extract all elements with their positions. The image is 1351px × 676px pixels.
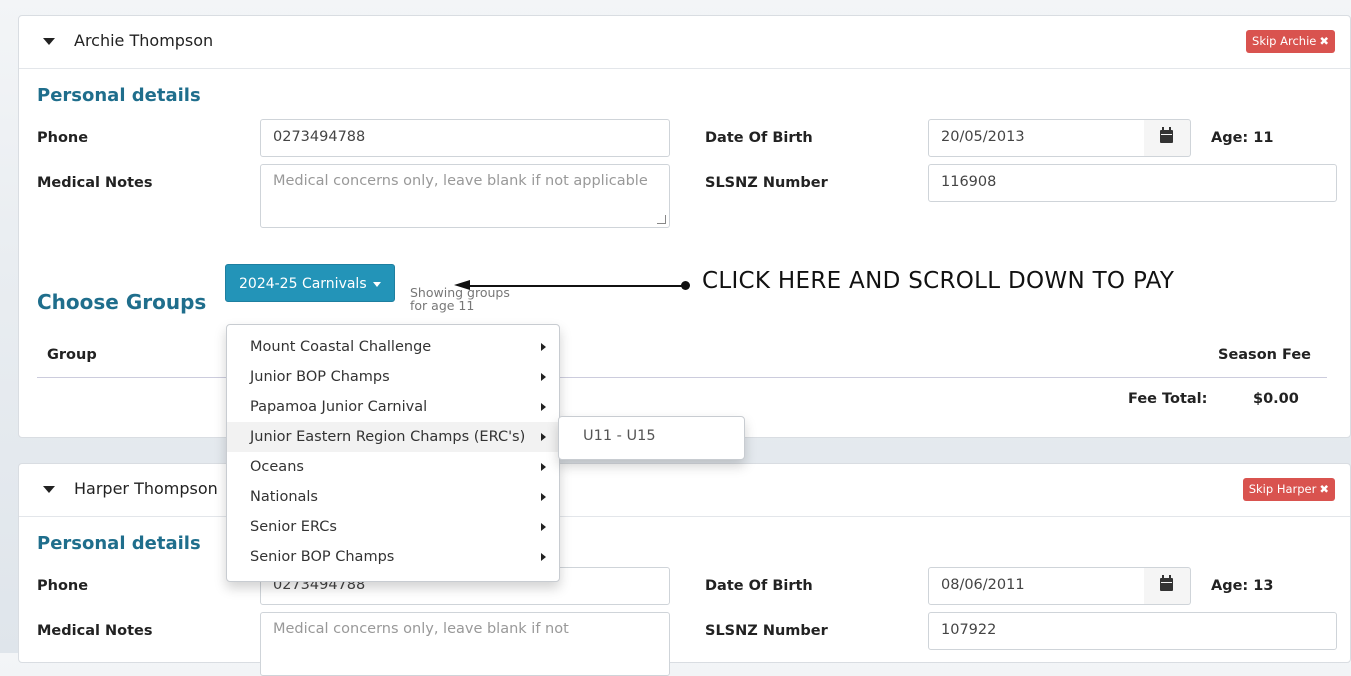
- showing-line2: for age 11: [410, 298, 475, 313]
- menu-item-label: Senior BOP Champs: [250, 549, 395, 565]
- chevron-right-icon: [541, 373, 546, 381]
- caret-down-icon: [372, 281, 381, 287]
- skip-button[interactable]: Skip Archie ✖: [1246, 30, 1335, 53]
- annotation-text: CLICK HERE AND SCROLL DOWN TO PAY: [702, 268, 1175, 294]
- menu-item-oceans[interactable]: Oceans: [227, 452, 559, 482]
- menu-item-label: Papamoa Junior Carnival: [250, 399, 428, 415]
- carnivals-dropdown-menu: Mount Coastal Challenge Junior BOP Champ…: [226, 324, 560, 582]
- col-season-fee-header: Season Fee: [1218, 347, 1312, 363]
- menu-item-label: Mount Coastal Challenge: [250, 339, 432, 355]
- chevron-right-icon: [541, 433, 546, 441]
- submenu: U11 - U15: [558, 416, 745, 460]
- dropdown-label: 2024-25 Carnivals: [239, 276, 367, 292]
- slsnz-label: SLSNZ Number: [705, 175, 828, 191]
- dob-label: Date Of Birth: [705, 130, 813, 146]
- panel-header[interactable]: Harper Thompson Skip Harper ✖: [19, 464, 1350, 517]
- chevron-right-icon: [541, 343, 546, 351]
- person-name: Archie Thompson: [74, 31, 214, 50]
- medical-placeholder: Medical concerns only, leave blank if no…: [273, 621, 569, 637]
- caret-down-icon[interactable]: [43, 486, 55, 493]
- medical-notes-label: Medical Notes: [37, 175, 153, 191]
- student-panel-harper: Harper Thompson Skip Harper ✖ Personal de…: [18, 463, 1351, 676]
- skip-button[interactable]: Skip Harper ✖: [1242, 478, 1335, 501]
- calendar-icon: [1160, 127, 1173, 143]
- chevron-right-icon: [541, 403, 546, 411]
- menu-item-senior-bop-champs[interactable]: Senior BOP Champs: [227, 542, 559, 572]
- slsnz-label: SLSNZ Number: [705, 623, 828, 639]
- menu-item-nationals[interactable]: Nationals: [227, 482, 559, 512]
- medical-placeholder: Medical concerns only, leave blank if no…: [273, 173, 648, 189]
- phone-label: Phone: [37, 578, 89, 594]
- resize-handle-icon[interactable]: [657, 215, 666, 224]
- menu-item-senior-ercs[interactable]: Senior ERCs: [227, 512, 559, 542]
- medical-notes-textarea[interactable]: Medical concerns only, leave blank if no…: [260, 612, 670, 676]
- medical-notes-textarea[interactable]: Medical concerns only, leave blank if no…: [260, 164, 670, 228]
- calendar-button[interactable]: [1144, 567, 1191, 605]
- menu-item-papamoa-junior-carnival[interactable]: Papamoa Junior Carnival: [227, 392, 559, 422]
- fee-total-value: $0.00: [1253, 391, 1299, 407]
- section-personal-details: Personal details: [37, 533, 201, 554]
- person-name: Harper Thompson: [74, 479, 218, 498]
- fee-total-label: Fee Total:: [1128, 391, 1208, 407]
- dob-input[interactable]: 08/06/2011: [928, 567, 1145, 605]
- chevron-right-icon: [541, 553, 546, 561]
- student-panel-archie: Archie Thompson Skip Archie ✖ Personal de…: [18, 15, 1351, 438]
- skip-label: Skip Harper: [1248, 482, 1317, 496]
- phone-input[interactable]: 0273494788: [260, 119, 670, 157]
- slsnz-input[interactable]: 116908: [928, 164, 1337, 202]
- panel-header[interactable]: Archie Thompson Skip Archie ✖: [19, 16, 1350, 69]
- chevron-right-icon: [541, 493, 546, 501]
- close-icon: ✖: [1319, 482, 1329, 496]
- close-icon: ✖: [1319, 34, 1329, 48]
- calendar-icon: [1160, 575, 1173, 591]
- skip-label: Skip Archie: [1252, 34, 1317, 48]
- annotation-arrow-line: [468, 285, 684, 287]
- phone-label: Phone: [37, 130, 89, 146]
- menu-item-mount-coastal-challenge[interactable]: Mount Coastal Challenge: [227, 332, 559, 362]
- annotation-dot: [681, 281, 690, 290]
- menu-item-label: Oceans: [250, 459, 304, 475]
- chevron-right-icon: [541, 463, 546, 471]
- slsnz-input[interactable]: 107922: [928, 612, 1337, 650]
- menu-item-label: Junior BOP Champs: [250, 369, 390, 385]
- dob-input[interactable]: 20/05/2013: [928, 119, 1145, 157]
- col-group-header: Group: [47, 347, 97, 363]
- dob-label: Date Of Birth: [705, 578, 813, 594]
- age-text: Age: 13: [1211, 578, 1274, 594]
- menu-item-junior-bop-champs[interactable]: Junior BOP Champs: [227, 362, 559, 392]
- menu-item-label: Senior ERCs: [250, 519, 337, 535]
- medical-notes-label: Medical Notes: [37, 623, 153, 639]
- section-personal-details: Personal details: [37, 85, 201, 106]
- menu-item-junior-erc[interactable]: Junior Eastern Region Champs (ERC's): [227, 422, 559, 452]
- age-text: Age: 11: [1211, 130, 1274, 146]
- caret-down-icon[interactable]: [43, 38, 55, 45]
- carnivals-dropdown-button[interactable]: 2024-25 Carnivals: [225, 264, 395, 302]
- menu-item-label: Junior Eastern Region Champs (ERC's): [250, 429, 526, 445]
- menu-item-label: Nationals: [250, 489, 318, 505]
- submenu-item-u11-u15[interactable]: U11 - U15: [583, 428, 656, 444]
- calendar-button[interactable]: [1144, 119, 1191, 157]
- choose-groups-title: Choose Groups: [37, 290, 207, 314]
- chevron-right-icon: [541, 523, 546, 531]
